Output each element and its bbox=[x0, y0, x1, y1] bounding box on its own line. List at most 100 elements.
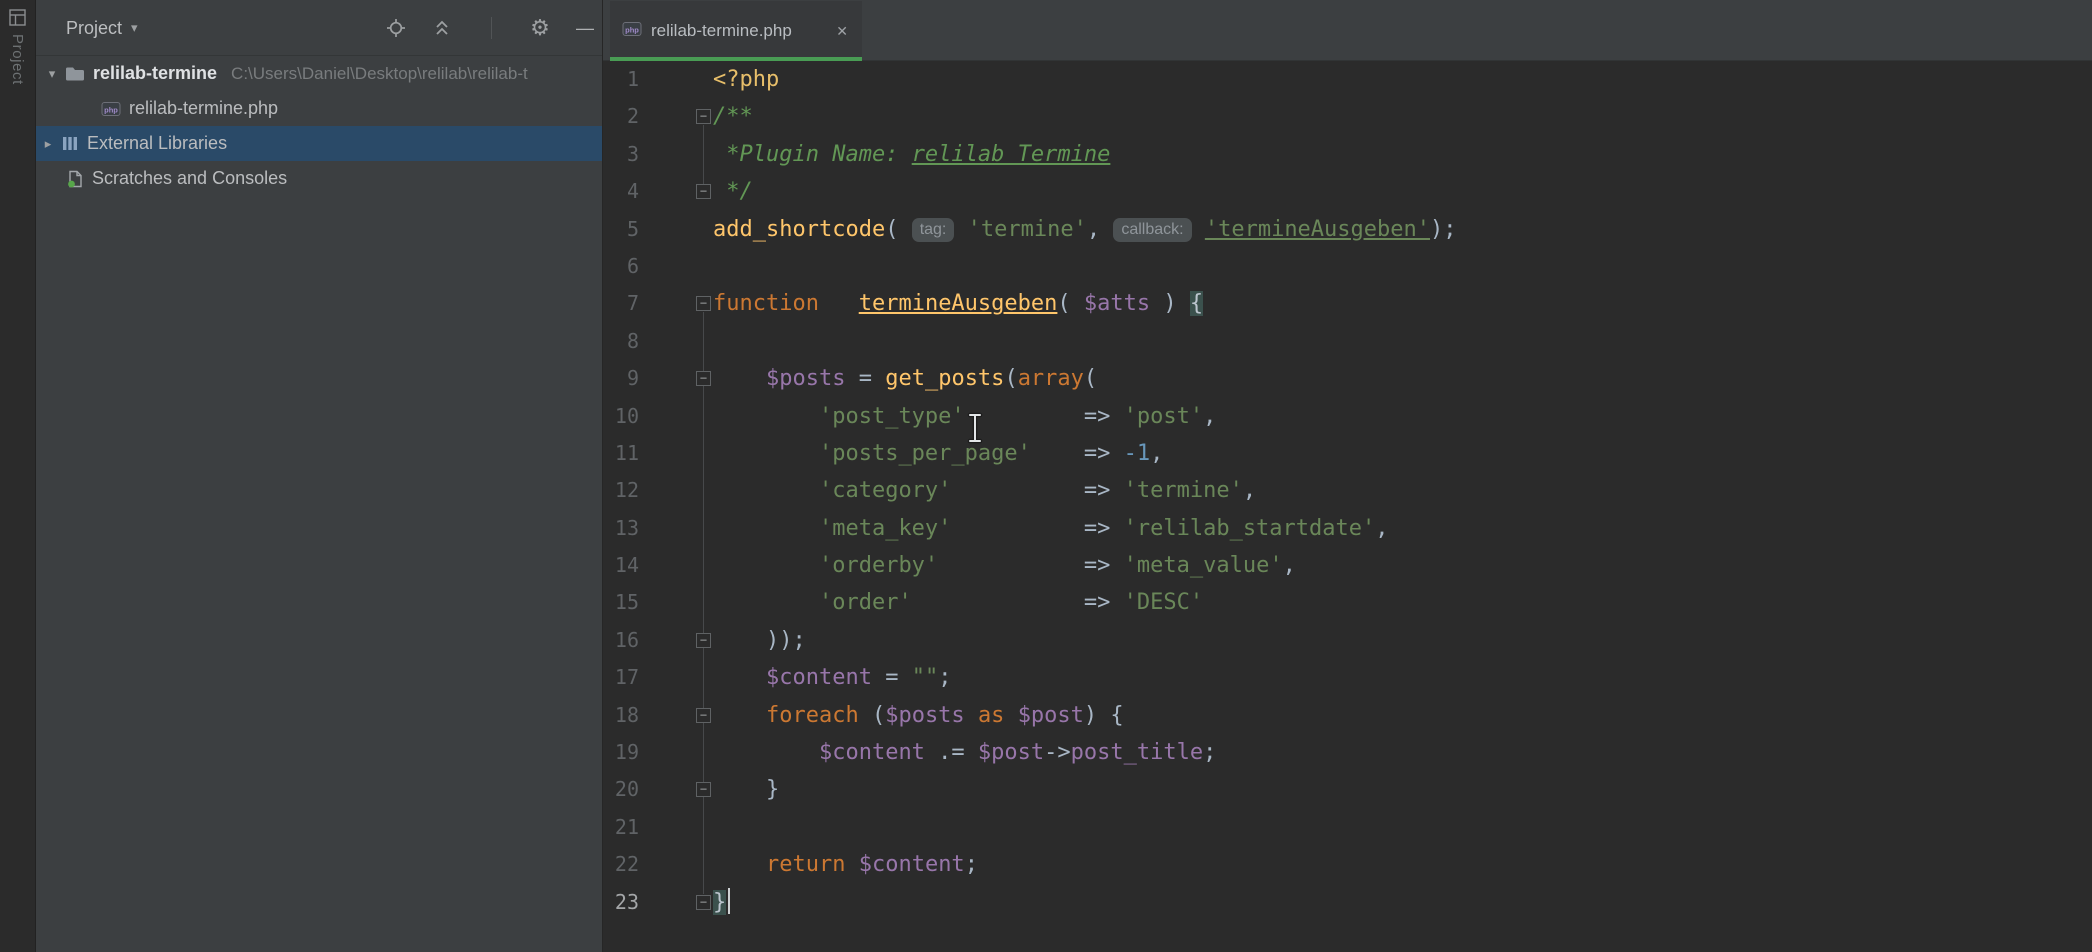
code-token bbox=[713, 665, 766, 690]
gutter-cell[interactable]: 15 bbox=[603, 584, 713, 621]
gutter-cell[interactable]: 19 bbox=[603, 734, 713, 771]
code-text bbox=[713, 248, 2092, 285]
code-line[interactable]: 5add_shortcode( tag: 'termine', callback… bbox=[603, 211, 2092, 248]
gutter-cell[interactable]: 23− bbox=[603, 884, 713, 921]
code-token: , bbox=[1243, 478, 1256, 503]
tree-item-scratches[interactable]: Scratches and Consoles bbox=[36, 161, 602, 196]
gutter-cell[interactable]: 13 bbox=[603, 510, 713, 547]
project-panel-title[interactable]: Project ▾ bbox=[66, 0, 138, 56]
gutter-cell[interactable]: 18− bbox=[603, 697, 713, 734]
gear-icon[interactable]: ⚙ bbox=[528, 16, 552, 40]
fold-marker-icon[interactable]: − bbox=[696, 895, 711, 910]
gutter-cell[interactable]: 11 bbox=[603, 435, 713, 472]
gutter-cell[interactable]: 14 bbox=[603, 547, 713, 584]
tree-item-php-file[interactable]: php relilab-termine.php bbox=[36, 91, 602, 126]
line-number: 9 bbox=[603, 360, 639, 397]
stripe-label[interactable]: Project bbox=[9, 34, 26, 85]
gutter-cell[interactable]: 16− bbox=[603, 622, 713, 659]
gutter-cell[interactable]: 10 bbox=[603, 398, 713, 435]
close-icon[interactable]: ✕ bbox=[834, 21, 850, 42]
collapse-all-button[interactable] bbox=[430, 16, 454, 40]
tree-item-project-root[interactable]: ▾ relilab-termine C:\Users\Daniel\Deskto… bbox=[36, 56, 602, 91]
code-line[interactable]: 17 $content = ""; bbox=[603, 659, 2092, 696]
gutter-cell[interactable]: 6 bbox=[603, 248, 713, 285]
gutter-cell[interactable]: 20 − bbox=[603, 771, 713, 808]
gutter-cell[interactable]: 22 bbox=[603, 846, 713, 883]
code-token: , bbox=[1375, 516, 1388, 541]
php-file-icon: php bbox=[101, 100, 121, 118]
line-number: 20 bbox=[603, 771, 639, 808]
code-line[interactable]: 14 'orderby' => 'meta_value', bbox=[603, 547, 2092, 584]
fold-marker-icon[interactable]: − bbox=[696, 633, 711, 648]
code-token: 'orderby' bbox=[819, 553, 938, 578]
code-line[interactable]: 3 *Plugin Name: relilab Termine bbox=[603, 136, 2092, 173]
code-token: post_title bbox=[1071, 740, 1203, 765]
tab-relilab-termine-php[interactable]: php relilab-termine.php ✕ bbox=[610, 1, 862, 61]
code-token: $post bbox=[978, 740, 1044, 765]
gutter-cell[interactable]: 2− bbox=[603, 98, 713, 135]
code-line[interactable]: 12 'category' => 'termine', bbox=[603, 472, 2092, 509]
code-token: => bbox=[951, 516, 1123, 541]
gutter-cell[interactable]: 21 bbox=[603, 809, 713, 846]
code-token: "" bbox=[912, 665, 939, 690]
code-token: ; bbox=[1203, 740, 1216, 765]
chevron-down-icon: ▾ bbox=[131, 20, 138, 36]
svg-text:php: php bbox=[104, 105, 118, 114]
code-line[interactable]: 8 bbox=[603, 323, 2092, 360]
fold-marker-icon[interactable]: − bbox=[696, 109, 711, 124]
code-token bbox=[965, 703, 978, 728]
fold-marker-icon[interactable]: − bbox=[696, 296, 711, 311]
code-line[interactable]: 11 'posts_per_page' => -1, bbox=[603, 435, 2092, 472]
code-line[interactable]: 19 $content .= $post->post_title; bbox=[603, 734, 2092, 771]
hide-panel-button[interactable]: — bbox=[573, 16, 597, 40]
tab-title: relilab-termine.php bbox=[651, 21, 825, 41]
code-line[interactable]: 20− } bbox=[603, 771, 2092, 808]
code-text: return $content; bbox=[713, 846, 2092, 883]
gutter-cell[interactable]: 8 bbox=[603, 323, 713, 360]
project-panel-header: Project ▾ ⚙ — bbox=[36, 0, 602, 56]
fold-marker-icon[interactable]: − bbox=[696, 708, 711, 723]
project-panel-title-label: Project bbox=[66, 18, 122, 39]
code-line[interactable]: 15 'order' => 'DESC' bbox=[603, 584, 2092, 621]
code-line[interactable]: 21 bbox=[603, 809, 2092, 846]
code-line[interactable]: 9− $posts = get_posts(array( bbox=[603, 360, 2092, 397]
code-line[interactable]: 13 'meta_key' => 'relilab_startdate', bbox=[603, 510, 2092, 547]
code-lines[interactable]: 1<?php2−/**3 *Plugin Name: relilab Termi… bbox=[603, 61, 2092, 921]
code-line[interactable]: 7−function termineAusgeben( $atts ) { bbox=[603, 285, 2092, 322]
gutter-cell[interactable]: 1 bbox=[603, 61, 713, 98]
gutter-cell[interactable]: 3 bbox=[603, 136, 713, 173]
code-line[interactable]: 22 return $content; bbox=[603, 846, 2092, 883]
tree-item-external-libraries[interactable]: ▸ External Libraries bbox=[36, 126, 602, 161]
gutter-cell[interactable]: 12 bbox=[603, 472, 713, 509]
code-line[interactable]: 2−/** bbox=[603, 98, 2092, 135]
code-line[interactable]: 1<?php bbox=[603, 61, 2092, 98]
code-token: = bbox=[872, 665, 912, 690]
gutter-cell[interactable]: 9− bbox=[603, 360, 713, 397]
php-file-icon: php bbox=[622, 20, 642, 43]
fold-marker-icon[interactable]: − bbox=[696, 371, 711, 386]
code-line[interactable]: 23−} bbox=[603, 884, 2092, 921]
code-line[interactable]: 18− foreach ($posts as $post) { bbox=[603, 697, 2092, 734]
chevron-down-icon[interactable]: ▾ bbox=[44, 66, 60, 82]
code-token: -1 bbox=[1124, 441, 1151, 466]
code-line[interactable]: 10 'post_type' => 'post', bbox=[603, 398, 2092, 435]
line-number: 12 bbox=[603, 472, 639, 509]
project-tool-window-icon[interactable] bbox=[9, 9, 26, 31]
fold-marker-icon[interactable]: − bbox=[696, 184, 711, 199]
line-number: 19 bbox=[603, 734, 639, 771]
code-token: 'meta_key' bbox=[819, 516, 951, 541]
gutter-cell[interactable]: 7− bbox=[603, 285, 713, 322]
gutter-cell[interactable]: 4− bbox=[603, 173, 713, 210]
fold-marker-icon[interactable]: − bbox=[696, 782, 711, 797]
code-token: add_shortcode bbox=[713, 217, 885, 242]
editor-area[interactable]: php relilab-termine.php ✕ 1<?php2−/**3 *… bbox=[603, 0, 2092, 952]
gutter-cell[interactable]: 17 bbox=[603, 659, 713, 696]
code-text: <?php bbox=[713, 61, 2092, 98]
code-line[interactable]: 4− */ bbox=[603, 173, 2092, 210]
code-line[interactable]: 16− )); bbox=[603, 622, 2092, 659]
locate-file-button[interactable] bbox=[384, 16, 408, 40]
code-line[interactable]: 6 bbox=[603, 248, 2092, 285]
chevron-right-icon[interactable]: ▸ bbox=[40, 136, 56, 152]
gutter-cell[interactable]: 5 bbox=[603, 211, 713, 248]
code-token: 'termine' bbox=[968, 217, 1087, 242]
